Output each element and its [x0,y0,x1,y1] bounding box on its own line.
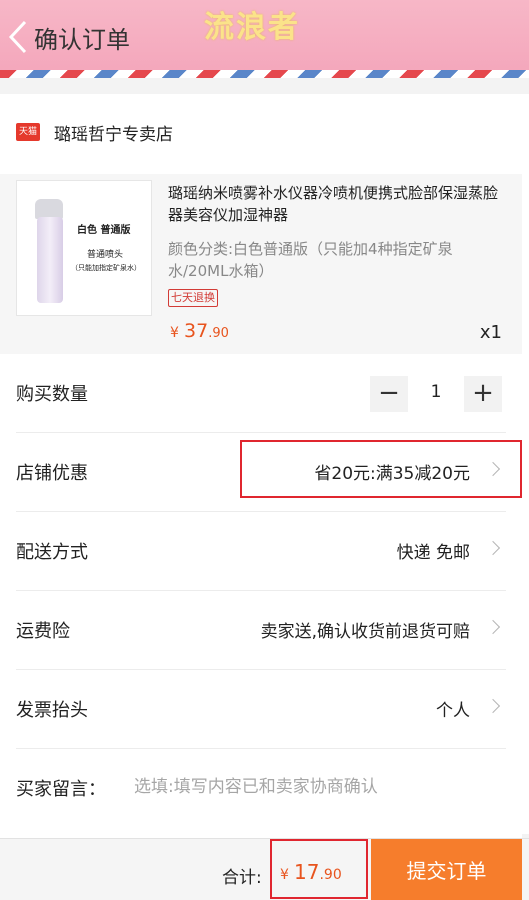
bottle-body-shape [37,217,63,303]
chevron-right-icon [485,619,501,635]
top-nav-bar: 确认订单 流浪者 [0,0,529,76]
quantity-label: 购买数量 [16,384,88,405]
invoice-title-row[interactable]: 发票抬头 个人 [16,670,506,749]
thumbnail-caption-1: 白色 普通版 [77,225,131,236]
chevron-right-icon [485,698,501,714]
buyer-message-input[interactable] [132,771,496,803]
bottom-checkout-bar: 合计: ¥ 17.90 提交订单 [0,838,529,900]
tmall-logo-icon: 天猫 [16,123,40,141]
watermark-text: 流浪者 [204,10,300,45]
store-name: 璐瑶哲宁专卖店 [54,125,173,145]
buyer-message-label: 买家留言： [16,779,106,800]
discount-highlight-box [240,440,522,498]
page-title: 确认订单 [34,26,130,54]
delivery-method-row[interactable]: 配送方式 快递 免邮 [16,512,506,591]
shipping-insurance-label: 运费险 [16,621,70,642]
decrease-quantity-button[interactable]: − [370,376,408,412]
quantity-row: 购买数量 − 1 + [16,354,506,433]
quantity-stepper: − 1 + [370,376,502,412]
return-policy-badge: 七天退换 [168,289,218,307]
product-thumbnail: 白色 普通版 普通喷头 （只能加指定矿泉水） [16,180,152,316]
store-row[interactable]: 天猫 璐瑶哲宁专卖店 [0,94,522,174]
bottle-cap-shape [35,199,63,219]
chevron-right-icon [485,540,501,556]
shipping-insurance-value: 卖家送,确认收货前退货可赔 [260,622,470,642]
buyer-message-row: 买家留言： [16,749,506,827]
thumbnail-caption-3: （只能加指定矿泉水） [71,264,141,272]
increase-quantity-button[interactable]: + [464,376,502,412]
total-highlight-box [270,839,368,899]
shipping-insurance-row[interactable]: 运费险 卖家送,确认收货前退货可赔 [16,591,506,670]
product-item[interactable]: 白色 普通版 普通喷头 （只能加指定矿泉水） 璐瑶纳米喷雾补水仪器冷喷机便携式脸… [0,174,522,354]
delivery-method-value: 快递 免邮 [396,543,470,563]
product-price: ¥ 37.90 [170,320,229,342]
airmail-stripe-divider [0,70,529,78]
currency-symbol: ¥ [170,325,179,341]
order-options: 购买数量 − 1 + 店铺优惠 省20元:满35减20元 配送方式 快递 免邮 … [0,354,522,838]
delivery-method-label: 配送方式 [16,542,88,563]
price-integer: 37 [184,320,209,342]
total-label: 合计: [222,868,262,888]
store-discount-label: 店铺优惠 [16,463,88,484]
price-decimal: .90 [208,326,229,341]
invoice-title-value: 个人 [436,701,470,721]
product-quantity: x1 [479,322,502,343]
back-arrow-icon[interactable] [8,20,28,54]
thumbnail-caption-2: 普通喷头 [87,250,124,260]
product-spec: 颜色分类:白色普通版（只能加4种指定矿泉水/20ML水箱） [168,240,453,280]
invoice-title-label: 发票抬头 [16,700,88,721]
submit-order-button[interactable]: 提交订单 [371,839,522,900]
scroll-gutter [522,94,529,834]
section-gap [0,78,529,94]
product-name: 璐瑶纳米喷雾补水仪器冷喷机便携式脸部保湿蒸脸器美容仪加湿神器 [168,184,499,224]
quantity-value[interactable]: 1 [408,382,464,402]
